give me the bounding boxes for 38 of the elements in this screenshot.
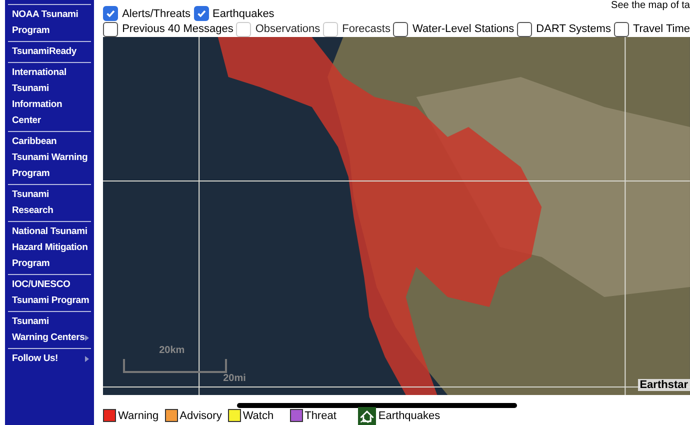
scale-mi-label: 20mi	[223, 372, 246, 384]
sidebar-item[interactable]: TsunamiReady	[8, 41, 92, 62]
checkbox-label: Earthquakes	[212, 8, 274, 20]
submenu-arrow-icon	[85, 356, 90, 362]
sidebar-item[interactable]: International Tsunami Information Center	[8, 62, 92, 131]
submenu-arrow-icon	[85, 335, 90, 341]
satellite-map[interactable]: 20km 20mi Earthstar	[103, 36, 690, 395]
checkbox-label: DART Systems	[536, 23, 611, 36]
checkbox-label: Alerts/Threats	[122, 8, 191, 20]
legend-label: Advisory	[180, 410, 222, 422]
map-link-text: See the map of ta	[611, 0, 690, 12]
sidebar-item[interactable]: IOC/UNESCO Tsunami Program	[8, 274, 92, 311]
sidebar-item[interactable]: Tsunami Warning Centers	[8, 311, 92, 348]
checkbox[interactable]	[614, 22, 629, 37]
checkbox[interactable]	[103, 22, 118, 37]
checkbox[interactable]	[393, 22, 408, 37]
checkbox[interactable]	[194, 6, 209, 22]
checkbox-label: Forecasts	[342, 23, 390, 36]
sidebar-item[interactable]: NOAA Tsunami Program	[8, 4, 92, 41]
scale-km-label: 20km	[159, 344, 185, 356]
sidebar-item[interactable]: Tsunami Research	[8, 184, 92, 221]
sidebar-item[interactable]: Follow Us!	[8, 348, 92, 369]
checkbox-label: Travel Time	[632, 23, 690, 36]
checkbox-label: Water-Level Stations	[412, 23, 514, 36]
legend-label: Threat	[304, 410, 336, 422]
scrollbar-thumb[interactable]	[237, 402, 518, 408]
legend-label: Watch	[242, 410, 274, 422]
check-icon	[105, 8, 116, 20]
checkbox-label: Observations	[255, 23, 320, 36]
checkbox[interactable]	[517, 22, 532, 37]
checkbox-label: Previous 40 Messages	[122, 23, 234, 36]
checkbox[interactable]	[103, 6, 118, 22]
sidebar-item[interactable]: Caribbean Tsunami Warning Program	[8, 131, 92, 184]
map-attribution: Earthstar	[638, 378, 690, 391]
legend-label: Earthquakes	[378, 410, 440, 422]
check-icon	[196, 8, 207, 20]
sidebar-item[interactable]: National Tsunami Hazard Mitigation Program	[8, 221, 92, 274]
legend-label: Warning	[118, 410, 159, 422]
